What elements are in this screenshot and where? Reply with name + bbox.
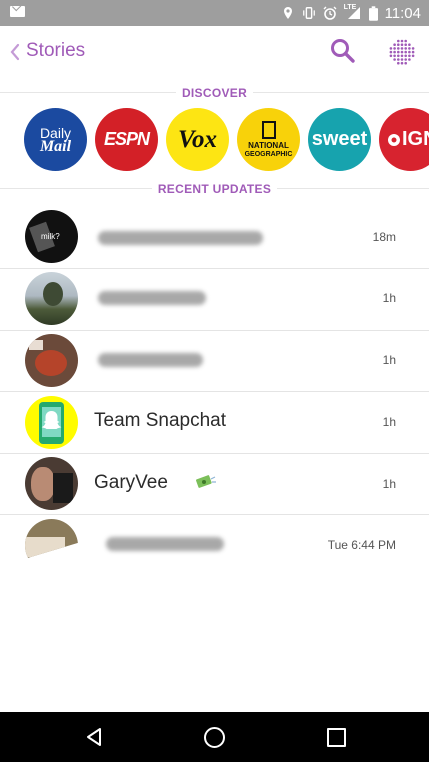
money-emoji-icon — [195, 475, 216, 488]
page-title[interactable]: Stories — [26, 40, 85, 62]
story-time: Tue 6:44 PM — [327, 538, 396, 552]
story-row[interactable]: Team Snapchat 1h — [0, 391, 429, 452]
channel-logo: sweet — [311, 128, 368, 150]
nav-back-icon[interactable] — [85, 727, 103, 747]
story-row[interactable]: 1h — [0, 268, 429, 329]
gmail-icon — [10, 6, 25, 17]
discover-label: DISCOVER — [0, 86, 429, 100]
recent-updates-label: RECENT UPDATES — [0, 182, 429, 196]
story-row[interactable]: GaryVee 1h — [0, 453, 429, 514]
discover-carousel[interactable]: Daily Mail ESPN Vox NATIONAL GEOGRAPHIC … — [0, 108, 429, 174]
channel-daily-mail[interactable]: Daily Mail — [24, 108, 87, 171]
story-time: 18m — [372, 230, 396, 244]
story-row[interactable]: milk? 18m — [0, 206, 429, 267]
back-chevron-icon[interactable] — [8, 41, 22, 63]
alarm-icon — [323, 6, 337, 20]
status-time: 11:04 — [384, 4, 421, 22]
battery-icon — [368, 5, 378, 21]
avatar — [25, 396, 78, 449]
redacted-name — [98, 291, 206, 305]
story-name: GaryVee — [94, 472, 168, 493]
channel-logo: Vox — [178, 125, 217, 153]
story-time: 1h — [382, 415, 396, 429]
ign-star-icon — [388, 133, 400, 146]
story-time: 1h — [382, 477, 396, 491]
avatar: milk? — [25, 210, 78, 263]
channel-logo: IGN — [387, 128, 429, 151]
story-time: 1h — [382, 353, 396, 367]
search-icon[interactable] — [330, 38, 356, 64]
system-nav-bar — [0, 712, 429, 762]
redacted-name — [106, 537, 224, 551]
status-bar: LTE 11:04 — [0, 0, 429, 26]
avatar-caption: milk? — [41, 232, 60, 241]
location-icon — [283, 7, 292, 19]
network-type-label: LTE — [343, 4, 357, 11]
story-row[interactable]: 1h — [0, 330, 429, 391]
top-app-bar: Stories — [0, 26, 429, 80]
discover-dots-icon[interactable] — [388, 38, 416, 66]
channel-logo: ESPN — [103, 129, 150, 149]
status-icons: LTE 11:04 — [281, 4, 421, 22]
lte-signal-icon: LTE — [343, 4, 362, 20]
avatar — [25, 519, 78, 559]
channel-logo: Daily Mail — [39, 124, 72, 155]
story-time: 1h — [382, 291, 396, 305]
vibrate-icon — [302, 7, 315, 19]
story-name: Team Snapchat — [94, 410, 227, 431]
avatar — [25, 457, 78, 510]
redacted-name — [98, 353, 203, 367]
story-row[interactable]: Tue 6:44 PM — [0, 514, 429, 575]
snapchat-ghost-icon — [39, 402, 64, 444]
channel-vox[interactable]: Vox — [166, 108, 229, 171]
channel-national-geographic[interactable]: NATIONAL GEOGRAPHIC — [237, 108, 300, 171]
avatar — [25, 272, 78, 325]
nav-recents-icon[interactable] — [327, 728, 346, 747]
redacted-name — [98, 231, 263, 245]
channel-ign[interactable]: IGN — [379, 108, 429, 171]
channel-sweet[interactable]: sweet — [308, 108, 371, 171]
channel-logo: NATIONAL GEOGRAPHIC — [245, 120, 292, 159]
avatar — [25, 334, 78, 387]
natgeo-frame-icon — [261, 120, 276, 139]
nav-home-icon[interactable] — [204, 727, 225, 748]
channel-espn[interactable]: ESPN — [95, 108, 158, 171]
